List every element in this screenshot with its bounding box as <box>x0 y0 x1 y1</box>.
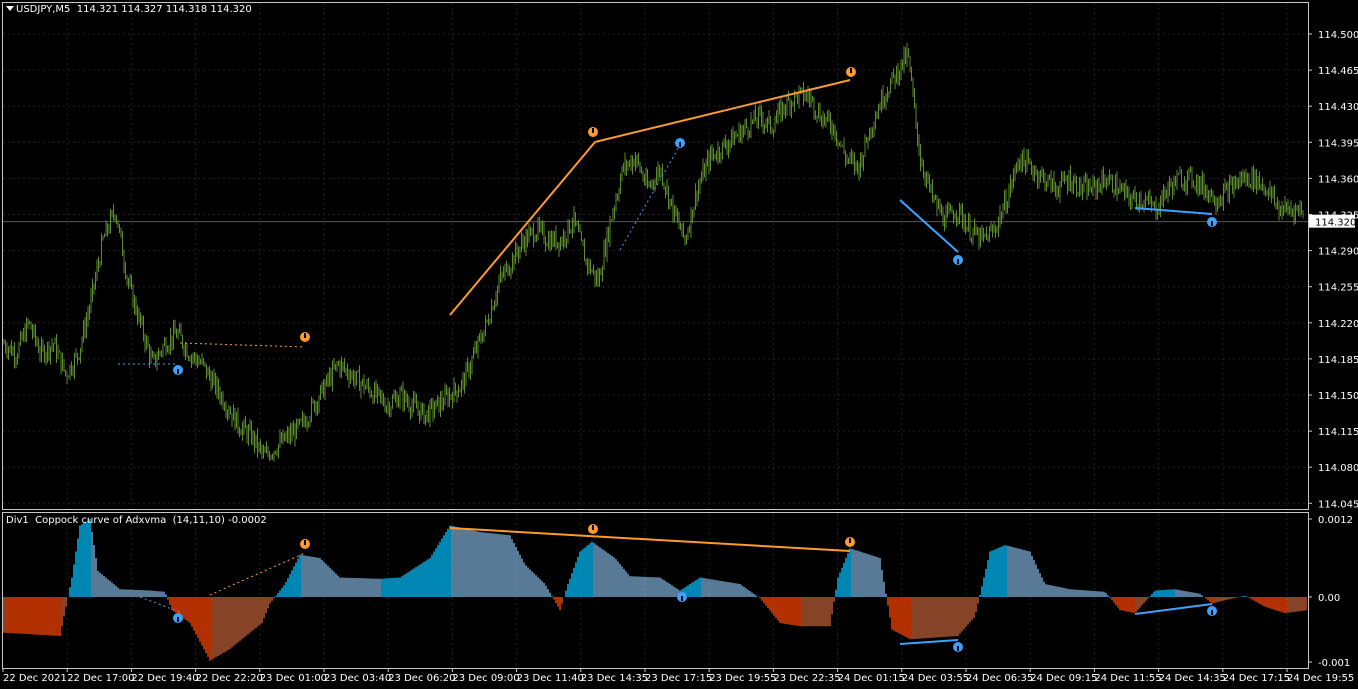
price-axis: 114.500 114.465 114.430 114.395 114.360 114.3… <box>1308 30 1358 510</box>
time-tick-label: 23 Dec 01:00 <box>260 673 327 684</box>
indicator-header: Div1 Coppock curve of Adxvma (14,11,10) … <box>6 515 267 526</box>
main-grid <box>3 3 1308 509</box>
time-tick-label: 23 Dec 19:55 <box>709 673 776 684</box>
divergence-line <box>179 342 306 348</box>
time-tick-label: 24 Dec 14:35 <box>1159 673 1226 684</box>
bullish-arrow-icon-stem <box>681 596 683 601</box>
time-tick-label: 22 Dec 19:40 <box>131 673 198 684</box>
time-tick-label: 23 Dec 03:40 <box>324 673 391 684</box>
time-tick-label: 22 Dec 17:00 <box>67 673 134 684</box>
indicator-axis: 0.0012 0.00 -0.001 <box>1308 515 1353 669</box>
indicator-grid <box>66 513 1288 668</box>
bullish-arrow-icon-stem <box>957 646 959 651</box>
time-tick-label: 23 Dec 17:15 <box>645 673 712 684</box>
indicator-divergence-line <box>1134 603 1213 615</box>
indicator-tick-label: -0.001 <box>1318 658 1350 669</box>
bullish-arrow-icon-stem <box>1211 221 1213 226</box>
price-tick-label: 114.360 <box>1318 174 1358 185</box>
indicator-short-label: Div1 <box>6 515 29 526</box>
time-tick-label: 24 Dec 09:15 <box>1030 673 1097 684</box>
time-tick-label: 22 Dec 22:20 <box>196 673 263 684</box>
bearish-arrow-icon-stem <box>849 538 851 543</box>
time-tick-label: 23 Dec 11:40 <box>517 673 584 684</box>
price-tick-label: 114.080 <box>1318 463 1358 474</box>
divergence-line <box>594 79 851 143</box>
current-price-label: 114.320 <box>1315 218 1356 229</box>
bullish-arrow-icon-stem <box>679 142 681 147</box>
indicator-value: -0.0002 <box>228 515 267 526</box>
time-tick-label: 24 Dec 19:55 <box>1287 673 1354 684</box>
price-tick-label: 114.430 <box>1318 102 1358 113</box>
divergence-line <box>449 141 596 316</box>
price-tick-label: 114.255 <box>1318 283 1358 294</box>
price-tick-label: 114.185 <box>1318 355 1358 366</box>
time-tick-label: 23 Dec 09:00 <box>452 673 519 684</box>
indicator-divergence-line <box>899 639 959 645</box>
bullish-arrow-icon-stem <box>957 259 959 264</box>
time-tick-label: 24 Dec 06:35 <box>966 673 1033 684</box>
time-tick-label: 24 Dec 11:55 <box>1094 673 1161 684</box>
divergence-arrows <box>173 67 1217 375</box>
symbol-header: USDJPY,M5 114.321 114.327 114.318 114.32… <box>16 4 252 15</box>
time-tick-label: 24 Dec 01:15 <box>838 673 905 684</box>
bearish-arrow-icon-stem <box>304 333 306 338</box>
price-tick-label: 114.290 <box>1318 247 1358 258</box>
indicator-tick-label: 0.0012 <box>1318 515 1353 526</box>
bearish-arrow-icon-stem <box>592 128 594 133</box>
indicator-name: Coppock curve of Adxvma <box>35 515 167 526</box>
price-tick-label: 114.395 <box>1318 138 1358 149</box>
price-tick-label: 114.500 <box>1318 30 1358 41</box>
price-tick-label: 114.045 <box>1318 499 1358 510</box>
price-tick-label: 114.465 <box>1318 66 1358 77</box>
time-tick-label: 23 Dec 22:35 <box>773 673 840 684</box>
time-tick-label: 23 Dec 14:35 <box>581 673 648 684</box>
bullish-arrow-icon-stem <box>177 369 179 374</box>
panel-frames <box>2 2 1309 669</box>
price-tick-label: 114.220 <box>1318 319 1358 330</box>
symbol-label: USDJPY,M5 <box>16 4 71 15</box>
chart-canvas: 114.500 114.465 114.430 114.395 114.360 114.3… <box>2 2 1358 684</box>
time-tick-label: 22 Dec 2021 <box>3 673 67 684</box>
price-tick-label: 114.150 <box>1318 391 1358 402</box>
bearish-arrow-icon-stem <box>304 540 306 545</box>
ohlc-label: 114.321 114.327 114.318 114.320 <box>76 4 252 15</box>
indicator-divergence-line <box>209 552 306 596</box>
divergence-line <box>1134 207 1213 215</box>
time-tick-label: 23 Dec 06:20 <box>388 673 455 684</box>
price-bars <box>3 42 1304 462</box>
main-panel-frame <box>2 2 1309 510</box>
bearish-arrow-icon-stem <box>850 68 852 73</box>
indicator-tick-label: 0.00 <box>1318 593 1340 604</box>
time-tick-label: 24 Dec 17:15 <box>1223 673 1290 684</box>
bullish-arrow-icon-stem <box>1211 610 1213 615</box>
price-tick-label: 114.115 <box>1318 427 1358 438</box>
time-tick-label: 24 Dec 03:55 <box>902 673 969 684</box>
bullish-arrow-icon-stem <box>177 617 179 622</box>
chart-menu-triangle-icon[interactable] <box>6 6 14 11</box>
time-axis: 22 Dec 2021 22 Dec 17:0022 Dec 19:4022 De… <box>2 668 1354 684</box>
indicator-params: (14,11,10) <box>172 515 225 526</box>
bearish-arrow-icon-stem <box>592 525 594 530</box>
